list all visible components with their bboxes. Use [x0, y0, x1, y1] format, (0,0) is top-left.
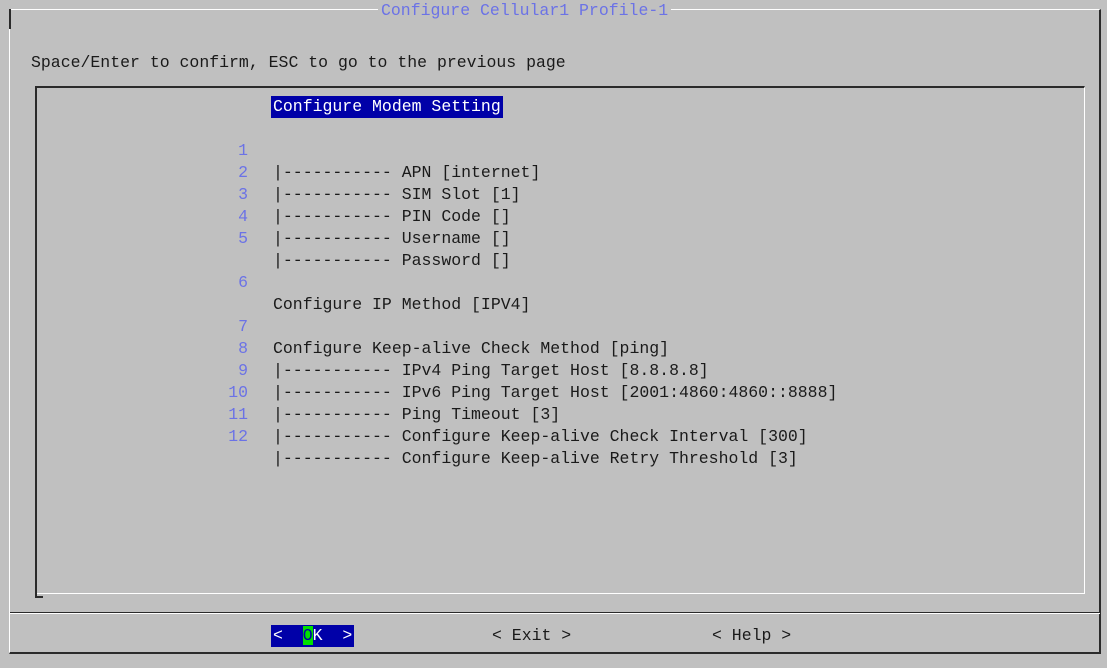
menu-item-label: |----------- Configure Keep-alive Check … — [273, 427, 808, 446]
menu-item-number: 7 — [238, 317, 248, 336]
menu-item-ipv6-ping-host[interactable]: 9 |----------- IPv6 Ping Target Host [20… — [0, 338, 837, 402]
menu-item-check-interval[interactable]: 11 |----------- Configure Keep-alive Che… — [0, 382, 808, 446]
menu-item-label: |----------- Configure Keep-alive Retry … — [273, 449, 798, 468]
menu-box-corner — [35, 588, 43, 598]
menu-item-apn[interactable]: 1 |----------- APN [internet] — [0, 118, 540, 182]
menu-item-pin-code[interactable]: 3 |----------- PIN Code [] — [0, 162, 511, 226]
menu-item-ip-method[interactable]: 6 Configure IP Method [IPV4] — [0, 250, 530, 314]
menu-item-label: |----------- SIM Slot [1] — [273, 185, 521, 204]
menu-item-number: 1 — [238, 141, 248, 160]
menu-item-number: 12 — [228, 427, 248, 446]
menu-item-ping-timeout[interactable]: 10 |----------- Ping Timeout [3] — [0, 360, 560, 424]
menu-item-number: 2 — [238, 163, 248, 182]
ok-button-prefix: < — [273, 626, 303, 645]
menu-item-label: Configure IP Method [IPV4] — [273, 295, 531, 314]
instruction-text: Space/Enter to confirm, ESC to go to the… — [31, 53, 566, 72]
menu-item-label: |----------- PIN Code [] — [273, 207, 511, 226]
ok-button-suffix: K > — [312, 626, 353, 645]
menu-item-number: 9 — [238, 361, 248, 380]
menu-item-label: |----------- APN [internet] — [273, 163, 541, 182]
menu-item-username[interactable]: 4 |----------- Username [] — [0, 184, 511, 248]
menu-item-number: 5 — [238, 229, 248, 248]
menu-item-label: Configure Keep-alive Check Method [ping] — [273, 339, 670, 358]
menu-item-number: 10 — [228, 383, 248, 402]
menu-item-number: 8 — [238, 339, 248, 358]
menu-item-ipv4-ping-host[interactable]: 8 |----------- IPv4 Ping Target Host [8.… — [0, 316, 709, 380]
menu-item-number: 11 — [228, 405, 248, 424]
menu-item-label: |----------- IPv4 Ping Target Host [8.8.… — [273, 361, 709, 380]
menu-item-number: 4 — [238, 207, 248, 226]
menu-item-password[interactable]: 5 |----------- Password [] — [0, 206, 511, 270]
menu-item-configure-modem-setting[interactable]: Configure Modem Setting — [271, 96, 503, 118]
menu-item-retry-threshold[interactable]: 12 |----------- Configure Keep-alive Ret… — [0, 404, 798, 468]
ok-button[interactable]: < OK > — [271, 625, 355, 647]
menu-item-number: 6 — [238, 273, 248, 292]
menu-item-sim-slot[interactable]: 2 |----------- SIM Slot [1] — [0, 140, 520, 204]
menu-item-label: |----------- IPv6 Ping Target Host [2001… — [273, 383, 838, 402]
help-button[interactable]: < Help > — [712, 625, 791, 647]
button-separator — [10, 612, 1100, 614]
menu-item-label: |----------- Password [] — [273, 251, 511, 270]
menu-item-number: 3 — [238, 185, 248, 204]
ok-button-hotkey: O — [302, 626, 313, 645]
exit-button[interactable]: < Exit > — [492, 625, 571, 647]
dialog-title: Configure Cellular1 Profile-1 — [378, 0, 672, 22]
menu-item-label: |----------- Username [] — [273, 229, 511, 248]
menu-item-label: |----------- Ping Timeout [3] — [273, 405, 561, 424]
menu-item-keep-alive-method[interactable]: 7 Configure Keep-alive Check Method [pin… — [0, 294, 669, 358]
frame-corner — [9, 9, 16, 29]
